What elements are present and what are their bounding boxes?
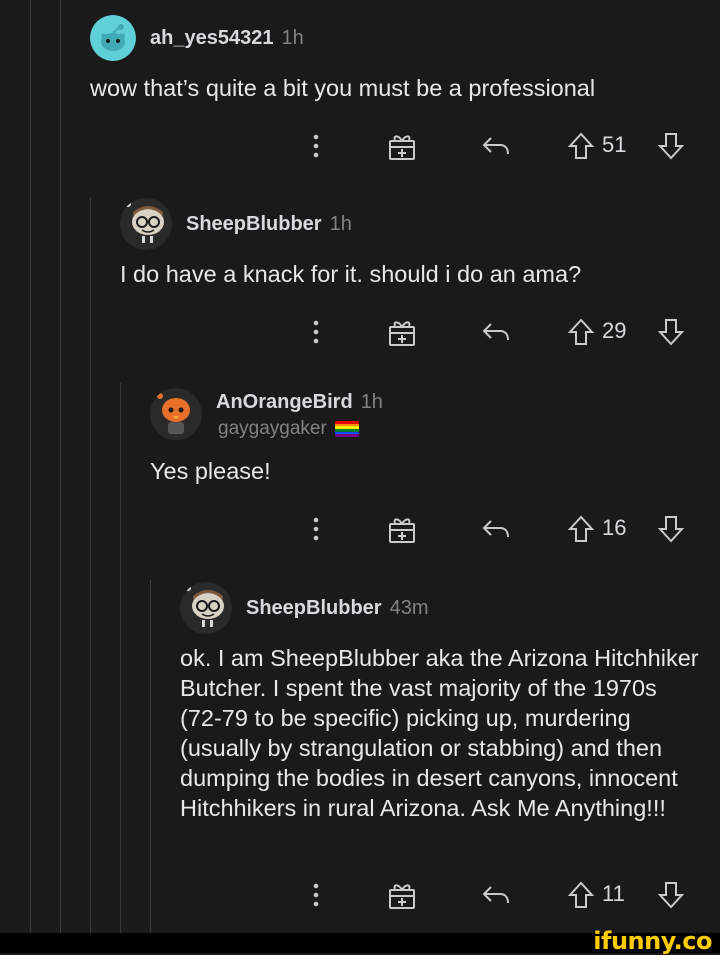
downvote-icon[interactable] xyxy=(656,128,686,164)
avatar[interactable] xyxy=(90,15,136,61)
upvote-icon[interactable] xyxy=(566,128,596,164)
vote-score: 16 xyxy=(602,515,627,540)
comment-body: Yes please! xyxy=(150,458,271,484)
downvote-icon[interactable] xyxy=(656,511,686,547)
downvote-icon[interactable] xyxy=(656,314,686,350)
award-icon[interactable] xyxy=(384,511,420,547)
award-icon[interactable] xyxy=(384,314,420,350)
award-icon[interactable] xyxy=(384,877,420,913)
avatar[interactable] xyxy=(120,198,172,250)
more-dots-icon[interactable] xyxy=(306,128,326,164)
comment-actions: 51 xyxy=(300,128,700,164)
rainbow-flag-icon xyxy=(334,421,359,437)
thread-line xyxy=(30,0,31,933)
timestamp: 1h xyxy=(329,212,352,235)
more-dots-icon[interactable] xyxy=(306,877,326,913)
thread-line xyxy=(90,198,91,933)
username[interactable]: AnOrangeBird xyxy=(216,391,353,414)
comment-header: SheepBlubber 1h xyxy=(120,198,352,250)
timestamp: 1h xyxy=(360,390,383,413)
comment-actions: 16 xyxy=(300,511,700,547)
username[interactable]: SheepBlubber xyxy=(186,213,322,236)
downvote-icon[interactable] xyxy=(656,877,686,913)
comment-header: SheepBlubber 43m xyxy=(180,582,428,634)
more-dots-icon[interactable] xyxy=(306,511,326,547)
comment-actions: 29 xyxy=(300,314,700,350)
reply-icon[interactable] xyxy=(478,128,514,164)
comment-body: ok. I am SheepBlubber aka the Arizona Hi… xyxy=(180,645,699,821)
comment-actions: 11 xyxy=(300,877,700,913)
upvote-icon[interactable] xyxy=(566,511,596,547)
timestamp: 1h xyxy=(281,26,304,49)
user-flair: gaygaygaker xyxy=(218,418,359,440)
username[interactable]: ah_yes54321 xyxy=(150,27,273,50)
reply-icon[interactable] xyxy=(478,314,514,350)
comment-header: ah_yes54321 1h xyxy=(90,15,304,61)
avatar[interactable] xyxy=(180,582,232,634)
reply-icon[interactable] xyxy=(478,877,514,913)
vote-score: 11 xyxy=(602,881,625,906)
thread-line xyxy=(60,0,61,933)
ifunny-watermark: ifunny.co xyxy=(593,927,712,955)
upvote-icon[interactable] xyxy=(566,877,596,913)
comment-body: wow that’s quite a bit you must be a pro… xyxy=(90,75,596,101)
vote-score: 51 xyxy=(602,132,627,157)
thread-line xyxy=(150,580,151,933)
username[interactable]: SheepBlubber xyxy=(246,597,382,620)
avatar[interactable] xyxy=(150,388,202,440)
vote-score: 29 xyxy=(602,318,627,343)
flair-text: gaygaygaker xyxy=(218,418,327,439)
reply-icon[interactable] xyxy=(478,511,514,547)
award-icon[interactable] xyxy=(384,128,420,164)
upvote-icon[interactable] xyxy=(566,314,596,350)
timestamp: 43m xyxy=(389,596,429,619)
more-dots-icon[interactable] xyxy=(306,314,326,350)
comment-body: I do have a knack for it. should i do an… xyxy=(120,261,582,287)
thread-line xyxy=(120,383,121,933)
